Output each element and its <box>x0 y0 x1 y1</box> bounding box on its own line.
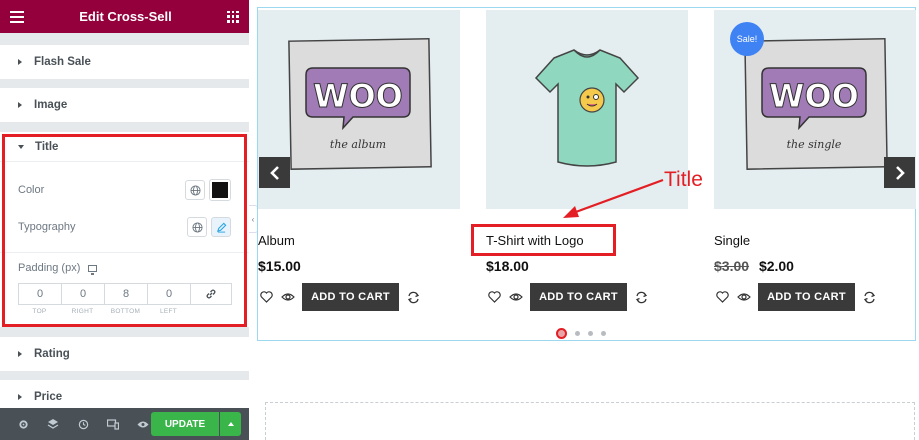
carousel-pagination <box>556 328 606 339</box>
eye-icon[interactable] <box>280 289 296 305</box>
product-title-single[interactable]: Single <box>714 233 750 248</box>
price-old: $3.00 <box>714 258 750 274</box>
caret-down-icon <box>18 144 24 149</box>
add-to-cart-button[interactable]: ADD TO CART <box>530 283 627 311</box>
widgets-grid-icon[interactable] <box>227 10 239 23</box>
annotation-label: Title <box>664 168 703 191</box>
globe-icon[interactable] <box>187 217 207 237</box>
title-annotation-box <box>471 224 616 256</box>
price-current: $2.00 <box>758 258 794 274</box>
typography-label: Typography <box>18 221 76 233</box>
single-subtext: the single <box>787 138 842 151</box>
carousel-next-button[interactable] <box>884 157 915 188</box>
eye-icon[interactable] <box>508 289 524 305</box>
padding-bottom-input[interactable]: 8 <box>104 283 147 305</box>
padding-label: Padding (px) <box>18 262 81 274</box>
caret-right-icon <box>18 394 22 400</box>
padding-left-caption: LEFT <box>159 308 178 315</box>
gear-icon[interactable] <box>8 408 38 440</box>
product-price-single: $3.00 $2.00 <box>714 258 794 274</box>
update-options-button[interactable] <box>220 412 241 436</box>
color-control: Color <box>0 178 249 202</box>
pagination-dot[interactable] <box>588 331 593 336</box>
add-to-cart-button[interactable]: ADD TO CART <box>758 283 855 311</box>
section-label: Title <box>35 140 59 153</box>
layers-icon[interactable] <box>38 408 68 440</box>
padding-top-caption: TOP <box>32 308 47 315</box>
chevron-left-icon <box>269 165 279 180</box>
padding-bottom-caption: BOTTOM <box>110 308 141 315</box>
pagination-dot-active[interactable] <box>556 328 567 339</box>
color-swatch[interactable] <box>209 179 231 201</box>
history-icon[interactable] <box>68 408 98 440</box>
product-actions-tshirt: ADD TO CART <box>486 283 649 311</box>
woo-logo-text: WOO <box>769 77 859 115</box>
caret-right-icon <box>18 102 22 108</box>
section-rating[interactable]: Rating <box>0 337 249 371</box>
empty-section-dropzone <box>265 402 915 440</box>
annotation-arrow-icon <box>563 178 664 218</box>
caret-right-icon <box>18 59 22 65</box>
link-values-icon[interactable] <box>190 283 232 305</box>
section-title-header[interactable]: Title <box>0 132 249 162</box>
product-price-album: $15.00 <box>258 258 301 274</box>
add-to-cart-button[interactable]: ADD TO CART <box>302 283 399 311</box>
panel-footer: UPDATE <box>0 408 249 440</box>
section-label: Image <box>34 99 68 111</box>
compare-icon[interactable] <box>405 289 421 305</box>
divider <box>0 252 249 253</box>
globe-icon[interactable] <box>185 180 205 200</box>
product-actions-album: ADD TO CART <box>258 283 421 311</box>
carousel-prev-button[interactable] <box>259 157 290 188</box>
section-flash-sale[interactable]: Flash Sale <box>0 45 249 79</box>
price-current: $15.00 <box>258 258 301 274</box>
pagination-dot[interactable] <box>575 331 580 336</box>
product-price-tshirt: $18.00 <box>486 258 529 274</box>
compare-icon[interactable] <box>861 289 877 305</box>
woo-logo-text: WOO <box>313 77 403 115</box>
padding-top-input[interactable]: 0 <box>18 283 61 305</box>
editor-panel: Edit Cross-Sell Flash Sale Image Title C… <box>0 0 249 440</box>
caret-up-icon <box>227 422 234 426</box>
heart-icon[interactable] <box>486 289 502 305</box>
heart-icon[interactable] <box>714 289 730 305</box>
padding-left-input[interactable]: 0 <box>147 283 190 305</box>
color-label: Color <box>18 184 45 196</box>
padding-control: Padding (px) <box>18 262 98 275</box>
product-actions-single: ADD TO CART <box>714 283 877 311</box>
padding-right-input[interactable]: 0 <box>61 283 104 305</box>
section-label: Flash Sale <box>34 56 91 68</box>
update-button[interactable]: UPDATE <box>151 412 219 436</box>
pagination-dot[interactable] <box>601 331 606 336</box>
album-subtext: the album <box>330 138 386 151</box>
compare-icon[interactable] <box>633 289 649 305</box>
panel-header: Edit Cross-Sell <box>0 0 249 33</box>
heart-icon[interactable] <box>258 289 274 305</box>
padding-dimensions: 0 TOP 0 RIGHT 8 BOTTOM 0 LEFT <box>18 283 232 315</box>
typography-control: Typography <box>0 215 249 239</box>
desktop-icon[interactable] <box>88 264 98 275</box>
responsive-icon[interactable] <box>98 408 128 440</box>
caret-right-icon <box>18 351 22 357</box>
product-title-album[interactable]: Album <box>258 233 295 248</box>
eye-icon[interactable] <box>736 289 752 305</box>
chevron-right-icon <box>895 165 905 180</box>
section-label: Price <box>34 391 63 403</box>
padding-right-caption: RIGHT <box>71 308 94 315</box>
price-current: $18.00 <box>486 258 529 274</box>
section-label: Rating <box>34 348 70 360</box>
section-title: Title Color Typography Padding (px) 0 TO… <box>0 132 249 327</box>
pencil-icon[interactable] <box>211 217 231 237</box>
sale-badge: Sale! <box>730 22 764 56</box>
hamburger-menu-icon[interactable] <box>10 10 24 23</box>
section-image[interactable]: Image <box>0 88 249 122</box>
panel-title: Edit Cross-Sell <box>79 9 172 24</box>
